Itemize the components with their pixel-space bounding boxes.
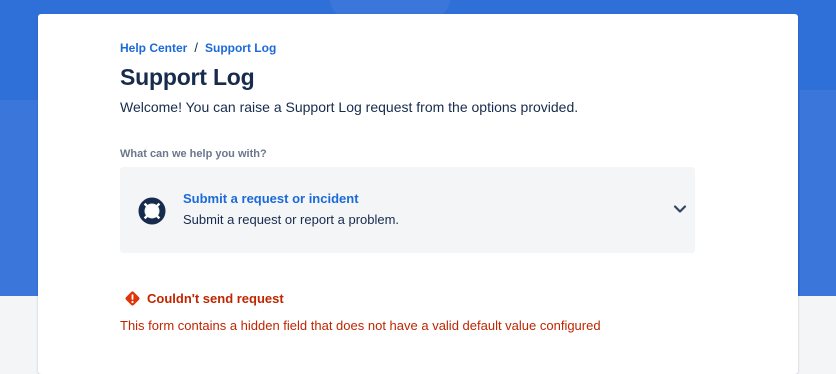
request-type-description: Submit a request or report a problem.: [183, 212, 400, 227]
chevron-down-icon[interactable]: [673, 204, 687, 214]
error-title-text: Couldn't send request: [147, 291, 284, 306]
page-title: Support Log: [120, 64, 255, 90]
request-type-select[interactable]: Submit a request or incident Submit a re…: [120, 167, 695, 253]
welcome-text: Welcome! You can raise a Support Log req…: [120, 99, 579, 115]
error-heading: Couldn't send request: [124, 290, 284, 307]
banner-decoration: [0, 100, 40, 296]
banner-decoration: [800, 90, 836, 296]
lifebuoy-icon: [138, 197, 166, 225]
breadcrumb-support-log-link[interactable]: Support Log: [205, 41, 276, 55]
breadcrumb-help-center-link[interactable]: Help Center: [120, 41, 187, 55]
breadcrumb: Help Center / Support Log: [120, 40, 276, 55]
warning-icon: [125, 291, 140, 306]
breadcrumb-separator: /: [194, 40, 198, 55]
error-message: This form contains a hidden field that d…: [120, 318, 601, 333]
request-type-label: What can we help you with?: [120, 148, 267, 160]
request-type-title: Submit a request or incident: [183, 191, 359, 206]
portal-card: Help Center / Support Log Support Log We…: [38, 14, 798, 374]
